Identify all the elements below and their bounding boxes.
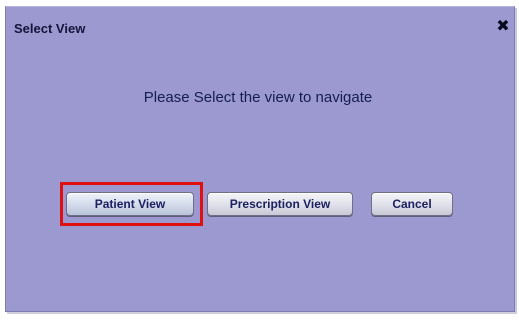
select-view-dialog: Select View ✖ Please Select the view to …	[5, 6, 515, 312]
prescription-view-button[interactable]: Prescription View	[207, 192, 353, 216]
dialog-title: Select View	[14, 21, 86, 36]
close-icon[interactable]: ✖	[495, 18, 511, 34]
dialog-shadow-right	[515, 8, 517, 314]
dialog-message: Please Select the view to navigate	[143, 89, 373, 106]
patient-view-button[interactable]: Patient View	[66, 192, 194, 216]
dialog-shadow-bottom	[7, 312, 517, 314]
cancel-button[interactable]: Cancel	[371, 192, 453, 216]
